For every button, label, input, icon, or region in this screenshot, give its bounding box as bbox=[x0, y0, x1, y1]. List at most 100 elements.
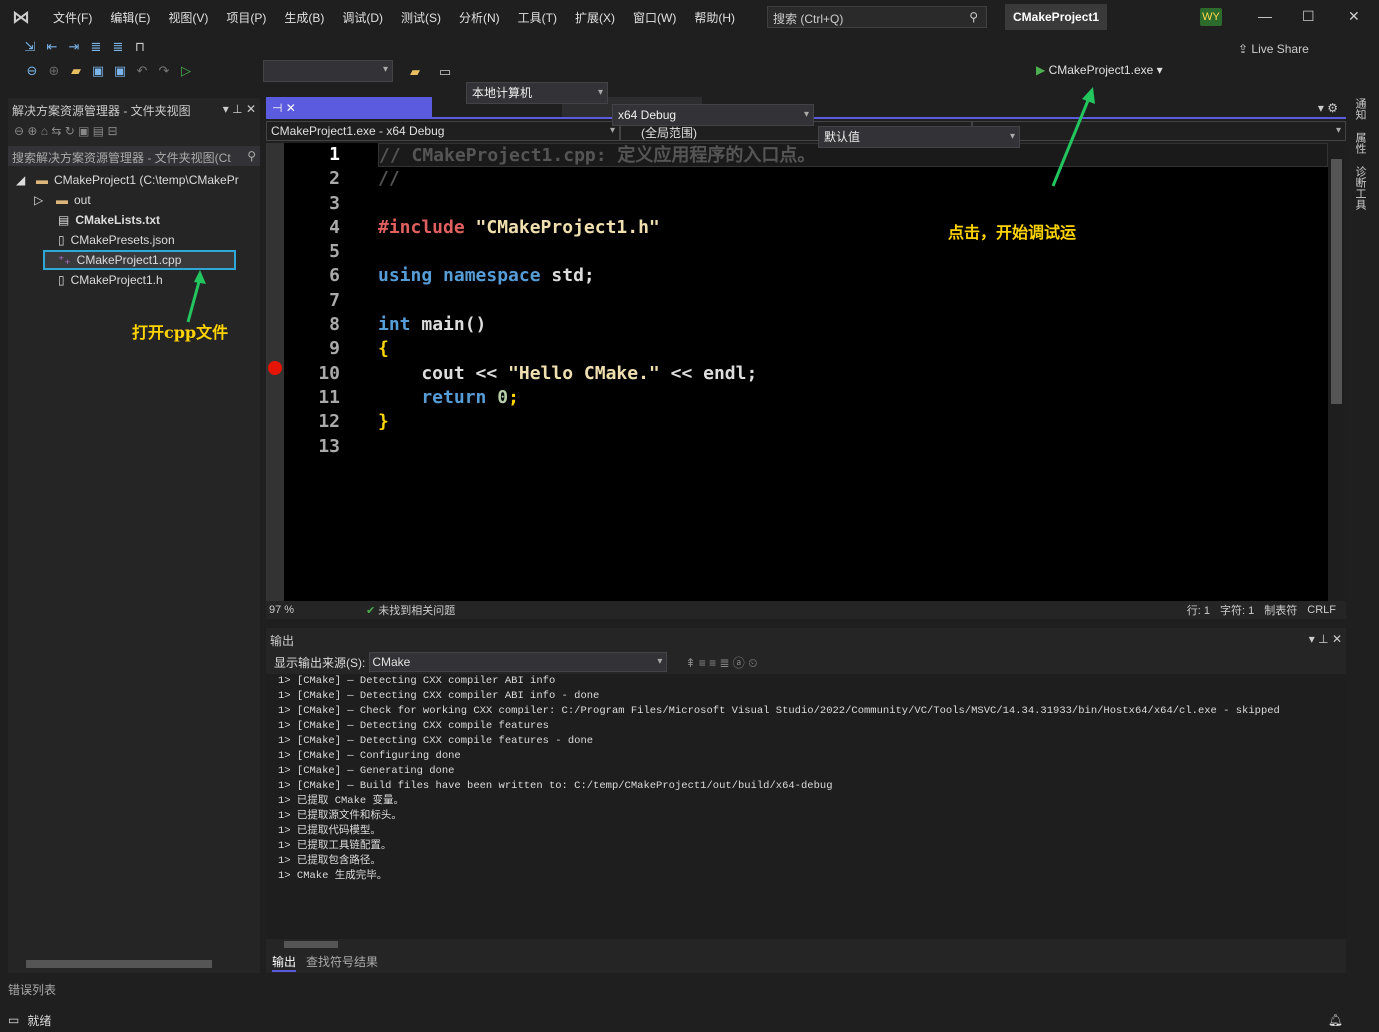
pin-close-icon[interactable]: ▾ ⊥ ✕ bbox=[1309, 632, 1342, 646]
member-nav-dropdown[interactable] bbox=[972, 121, 1346, 141]
bookmark-icon[interactable]: ⊓ bbox=[132, 39, 148, 55]
tabs-indicator[interactable]: 制表符 bbox=[1264, 602, 1297, 618]
close-icon[interactable]: ✕ bbox=[1348, 8, 1360, 25]
menu-project[interactable]: 项目(P) bbox=[217, 9, 275, 26]
output-text[interactable]: 1> [CMake] — Detecting CXX compiler ABI … bbox=[266, 674, 1346, 939]
row-indicator: 行: 1 bbox=[1187, 602, 1210, 618]
annotation-arrow-run bbox=[1045, 86, 1100, 190]
solution-search[interactable]: 搜索解决方案资源管理器 - 文件夹视图(Ct⚲ bbox=[8, 146, 260, 166]
select-icon[interactable]: ⇲ bbox=[22, 39, 38, 55]
close-tab-icon[interactable]: ⊣ ✕ bbox=[272, 101, 296, 115]
solution-toolbar: ⊖ ⊕ ⌂ ⇆ ↻ ▣ ▤ ⊟ bbox=[8, 120, 260, 146]
annotation-open-cpp: 打开cpp文件 bbox=[132, 319, 228, 343]
zoom-level[interactable]: 97 % bbox=[266, 604, 326, 616]
menu-test[interactable]: 测试(S) bbox=[392, 9, 450, 26]
menu-edit[interactable]: 编辑(E) bbox=[101, 9, 159, 26]
code-editor[interactable]: 1 2 3 4 5 6 7 8 9 10 11 12 13 // CMakePr… bbox=[284, 143, 1328, 601]
tree-item-presets[interactable]: ▯CMakePresets.json bbox=[8, 230, 260, 250]
menu-extensions[interactable]: 扩展(X) bbox=[566, 9, 624, 26]
tab-find-symbol[interactable]: 查找符号结果 bbox=[306, 953, 378, 972]
live-share-button[interactable]: ⇪ Live Share bbox=[1238, 42, 1309, 56]
menu-analyze[interactable]: 分析(N) bbox=[450, 9, 509, 26]
home-icon[interactable]: ⊖ ⊕ ⌂ ⇆ ↻ ▣ ▤ ⊟ bbox=[14, 124, 118, 138]
menu-view[interactable]: 视图(V) bbox=[159, 9, 217, 26]
menu-debug[interactable]: 调试(D) bbox=[333, 9, 392, 26]
bell-icon[interactable]: 🔔︎ bbox=[1328, 1013, 1343, 1027]
find-folder-icon[interactable]: ▰ bbox=[407, 64, 423, 80]
save-all-icon[interactable]: ▣ bbox=[112, 63, 128, 79]
line-number: 11 bbox=[284, 386, 340, 410]
tree-label: CMakeLists.txt bbox=[75, 213, 160, 227]
scroll-thumb[interactable] bbox=[1331, 159, 1342, 404]
tree-label: CMakeProject1.cpp bbox=[77, 253, 182, 267]
tree-item-cmakelists[interactable]: ▤CMakeLists.txt bbox=[8, 210, 260, 230]
project-nav-dropdown[interactable]: CMakeProject1.exe - x64 Debug bbox=[266, 121, 620, 141]
code-line: int main() bbox=[378, 313, 1328, 337]
tree-label: CMakePresets.json bbox=[71, 233, 175, 247]
maximize-icon[interactable]: ☐ bbox=[1302, 8, 1315, 25]
code-token: #include bbox=[378, 217, 465, 238]
collapse-icon[interactable]: ▷ bbox=[34, 193, 56, 207]
menu-build[interactable]: 生成(B) bbox=[275, 9, 333, 26]
issues-status[interactable]: ✔ 未找到相关问题 bbox=[366, 602, 455, 618]
tree-item-cpp[interactable]: ⁺₊CMakeProject1.cpp bbox=[43, 250, 236, 270]
tab-output[interactable]: 输出 bbox=[272, 953, 296, 972]
preset-dropdown[interactable]: 默认值 bbox=[818, 126, 1020, 148]
col-indicator: 字符: 1 bbox=[1220, 602, 1254, 618]
output-horizontal-scrollbar[interactable] bbox=[266, 939, 1346, 951]
output-title: 输出 bbox=[270, 632, 294, 646]
expand-icon[interactable]: ◢ bbox=[16, 173, 36, 187]
open-folder-icon[interactable]: ▰ bbox=[68, 63, 84, 79]
tree-item-out[interactable]: ▷▬out bbox=[8, 190, 260, 210]
uncomment-icon[interactable]: ≣ bbox=[110, 39, 126, 55]
line-number: 7 bbox=[284, 289, 340, 313]
output-source-dropdown[interactable]: CMake bbox=[369, 652, 667, 672]
pin-close-icon[interactable]: ▾ ⊥ ✕ bbox=[223, 102, 256, 116]
menu-file[interactable]: 文件(F) bbox=[44, 9, 101, 26]
live-share-label: Live Share bbox=[1251, 42, 1308, 56]
back-icon[interactable]: ⊖ bbox=[24, 63, 40, 79]
save-icon[interactable]: ▣ bbox=[90, 63, 106, 79]
search-placeholder: 搜索 (Ctrl+Q) bbox=[773, 12, 843, 26]
startup-item-dropdown[interactable] bbox=[263, 60, 393, 82]
output-window-icon[interactable]: ▭ bbox=[8, 1013, 19, 1027]
redo-icon[interactable]: ↷ bbox=[156, 63, 172, 79]
tree-item-root[interactable]: ◢▬CMakeProject1 (C:\temp\CMakePr bbox=[8, 170, 260, 190]
line-number: 1 bbox=[284, 143, 340, 167]
undo-icon[interactable]: ↶ bbox=[134, 63, 150, 79]
editor-vertical-scrollbar[interactable] bbox=[1328, 143, 1345, 601]
eol-indicator[interactable]: CRLF bbox=[1307, 604, 1346, 616]
breakpoint-icon[interactable] bbox=[268, 361, 282, 375]
start-without-debug-icon[interactable]: ▷ bbox=[178, 63, 194, 79]
indent-icon[interactable]: ⇥ bbox=[66, 39, 82, 55]
side-diagnostics[interactable]: 诊断工具 bbox=[1352, 166, 1368, 210]
code-line: using namespace std; bbox=[378, 264, 1328, 288]
target-dropdown[interactable]: 本地计算机 bbox=[466, 82, 608, 104]
output-toolbar-icons[interactable]: ⇞ ≡ ≡ ≣ ⓐ ⏲ bbox=[685, 654, 757, 671]
tab-settings-icon[interactable]: ▾ ⚙ bbox=[1310, 97, 1346, 117]
search-box[interactable]: 搜索 (Ctrl+Q)⚲ bbox=[767, 6, 987, 28]
window-icon[interactable]: ▭ bbox=[437, 64, 453, 80]
line-number: 8 bbox=[284, 313, 340, 337]
avatar[interactable]: WY bbox=[1200, 8, 1222, 26]
target-value: 本地计算机 bbox=[472, 86, 532, 100]
comment-icon[interactable]: ≣ bbox=[88, 39, 104, 55]
tree-item-header[interactable]: ▯CMakeProject1.h bbox=[8, 270, 260, 290]
horizontal-scrollbar[interactable] bbox=[26, 960, 212, 968]
forward-icon[interactable]: ⊕ bbox=[46, 63, 62, 79]
scroll-thumb[interactable] bbox=[284, 941, 338, 948]
tab-cpp[interactable]: ⊣ ✕ bbox=[266, 97, 432, 117]
minimize-icon[interactable]: — bbox=[1258, 8, 1272, 24]
menu-help[interactable]: 帮助(H) bbox=[685, 9, 744, 26]
config-dropdown[interactable]: x64 Debug bbox=[612, 104, 814, 126]
side-properties[interactable]: 属性 bbox=[1352, 132, 1368, 154]
menu-window[interactable]: 窗口(W) bbox=[624, 9, 685, 26]
outdent-icon[interactable]: ⇤ bbox=[44, 39, 60, 55]
error-list-tab[interactable]: 错误列表 bbox=[8, 981, 56, 998]
run-debug-button[interactable]: ▶ CMakeProject1.exe ▾ bbox=[1036, 63, 1163, 77]
code-line: return 0; bbox=[378, 386, 1328, 410]
side-notifications[interactable]: 通知 bbox=[1352, 98, 1368, 120]
menu-tools[interactable]: 工具(T) bbox=[509, 9, 566, 26]
code-line bbox=[378, 240, 1328, 264]
code-token: std; bbox=[541, 265, 595, 286]
